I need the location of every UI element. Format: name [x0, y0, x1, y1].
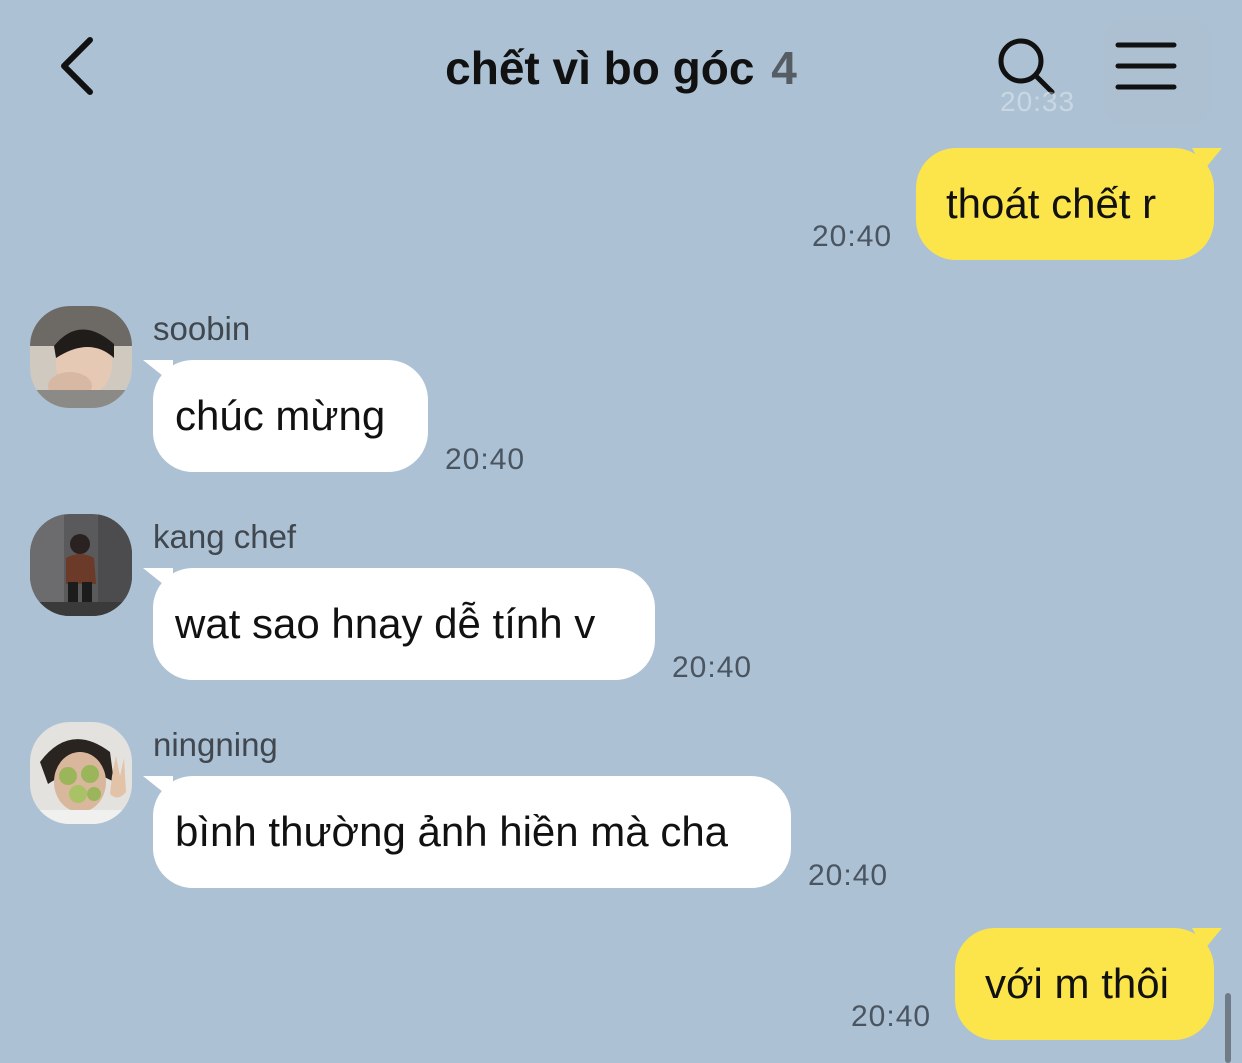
their-message-bubble[interactable]: bình thường ảnh hiền mà cha — [143, 776, 791, 888]
their-message-bubble[interactable]: chúc mừng — [143, 360, 428, 472]
message-time: 20:40 — [808, 859, 889, 892]
bubble-tail — [1192, 148, 1222, 170]
avatar[interactable] — [30, 306, 132, 408]
sender-name: ningning — [153, 726, 278, 763]
their-message-bubble[interactable]: wat sao hnay dễ tính v — [143, 568, 655, 680]
avatar[interactable] — [30, 514, 132, 616]
avatar-image — [30, 722, 132, 824]
message-time: 20:40 — [445, 443, 526, 476]
chat-header: chết vì bo góc 4 20:33 — [0, 0, 1242, 135]
sender-name: soobin — [153, 310, 251, 347]
menu-button[interactable] — [1104, 18, 1212, 126]
bubble-tail — [1192, 928, 1222, 950]
message-text: với m thôi — [985, 960, 1169, 1007]
message-text: thoát chết r — [946, 180, 1157, 227]
avatar-image — [30, 514, 132, 616]
message-text: bình thường ảnh hiền mà cha — [175, 808, 729, 855]
message-text: chúc mừng — [175, 392, 386, 439]
bubble-tail — [143, 568, 173, 592]
chat-name: chết vì bo góc — [445, 42, 755, 94]
faded-timestamp: 20:33 — [1000, 86, 1076, 117]
scrollbar[interactable] — [1225, 993, 1231, 1063]
my-message-bubble[interactable]: với m thôi — [955, 928, 1222, 1040]
avatar-image — [30, 306, 132, 408]
message-time: 20:40 — [672, 651, 753, 684]
my-message-bubble[interactable]: thoát chết r — [916, 148, 1222, 260]
bubble-tail — [143, 360, 173, 384]
member-count: 4 — [771, 42, 797, 94]
message-time: 20:40 — [812, 220, 893, 253]
message-time: 20:40 — [851, 1000, 932, 1033]
hamburger-menu-icon — [1115, 42, 1177, 90]
avatar[interactable] — [30, 722, 132, 824]
message-text: wat sao hnay dễ tính v — [175, 600, 596, 647]
sender-name: kang chef — [153, 518, 297, 555]
bubble-tail — [143, 776, 173, 800]
